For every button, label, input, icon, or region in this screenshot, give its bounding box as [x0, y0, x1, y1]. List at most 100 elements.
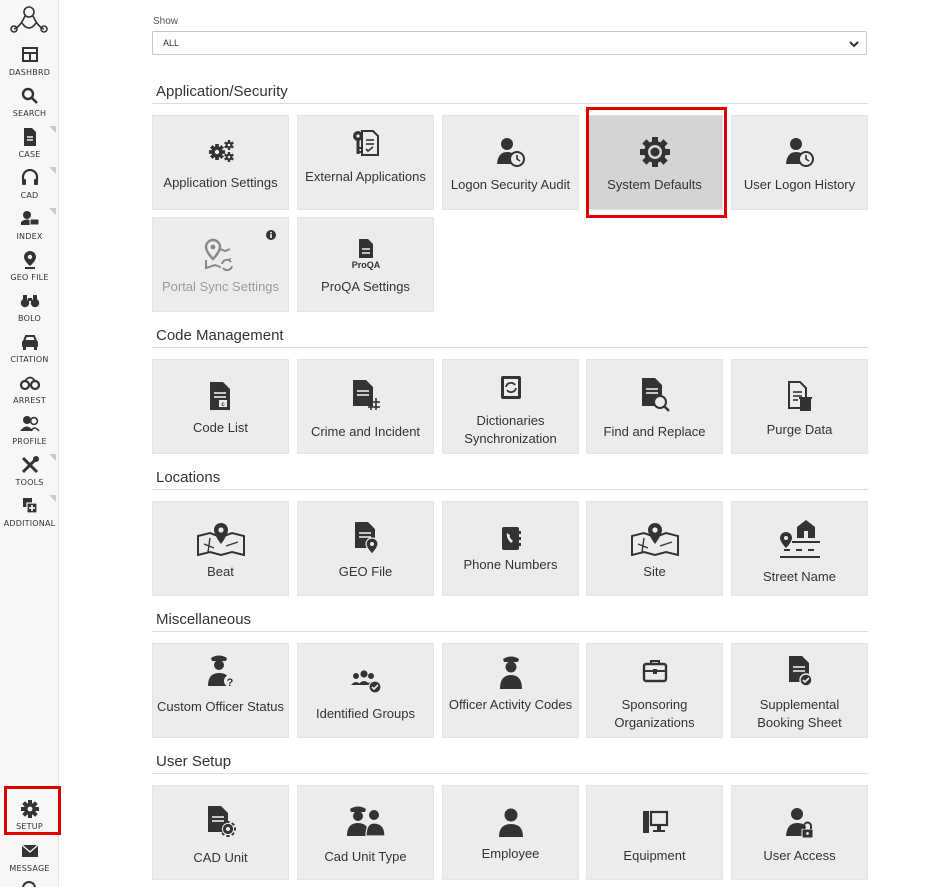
- user-lock-icon: [785, 808, 813, 839]
- envelope-icon: [21, 844, 39, 857]
- submenu-indicator: [49, 126, 56, 133]
- tile-label: Code List: [193, 420, 248, 435]
- sidebar-item-profile[interactable]: PROFILE: [0, 413, 59, 453]
- sidebar-item-index[interactable]: INDEX: [0, 208, 59, 248]
- document-gear-icon: [207, 806, 236, 837]
- tile-external-applications[interactable]: External Applications: [297, 115, 434, 210]
- tile-label: Portal Sync Settings: [161, 279, 280, 294]
- sidebar-item-bolo[interactable]: BOLO: [0, 290, 59, 330]
- show-filter-select[interactable]: ALL: [152, 31, 867, 55]
- tile-label: Purge Data: [766, 422, 833, 437]
- tile-purge-data[interactable]: Purge Data: [731, 359, 868, 454]
- sidebar-item-label: ADDITIONAL: [3, 519, 56, 528]
- tile-custom-officer-status[interactable]: ? Custom Officer Status: [152, 643, 289, 738]
- tile-user-access[interactable]: User Access: [731, 785, 868, 880]
- sidebar-item-arrest[interactable]: ARREST: [0, 372, 59, 412]
- tile-sponsoring-organizations[interactable]: Sponsoring Organizations: [586, 643, 723, 738]
- sidebar-item-label: ARREST: [13, 396, 46, 405]
- submenu-indicator: [49, 495, 56, 502]
- submenu-indicator: [49, 167, 56, 174]
- tile-portal-sync-settings[interactable]: Portal Sync Settings: [152, 217, 289, 312]
- tile-label: User Access: [763, 848, 836, 863]
- tile-user-logon-history[interactable]: User Logon History: [731, 115, 868, 210]
- tile-label: Logon Security Audit: [450, 177, 571, 192]
- show-filter-label: Show: [153, 16, 179, 27]
- tile-identified-groups[interactable]: Identified Groups: [297, 643, 434, 738]
- map-pin-icon: [196, 523, 245, 556]
- tile-equipment[interactable]: Equipment: [586, 785, 723, 880]
- tile-logon-security-audit[interactable]: Logon Security Audit: [442, 115, 579, 210]
- group-check-icon: [350, 670, 382, 694]
- sidebar-item-cad[interactable]: CAD: [0, 167, 59, 207]
- sidebar-item-geo-file[interactable]: GEO FILE: [0, 249, 59, 289]
- document-search-icon: [641, 378, 670, 412]
- tile-geo-file[interactable]: GEO File: [297, 501, 434, 596]
- tile-application-settings[interactable]: Application Settings: [152, 115, 289, 210]
- tile-phone-numbers[interactable]: Phone Numbers: [442, 501, 579, 596]
- sidebar-item-search[interactable]: SEARCH: [0, 85, 59, 125]
- sidebar-item-label: PROFILE: [12, 437, 47, 446]
- officer-icon: [499, 656, 522, 689]
- tile-supplemental-booking-sheet[interactable]: Supplemental Booking Sheet: [731, 643, 868, 738]
- tile-street-name[interactable]: Street Name: [731, 501, 868, 596]
- tile-code-list[interactable]: c Code List: [152, 359, 289, 454]
- tile-site[interactable]: Site: [586, 501, 723, 596]
- tile-find-and-replace[interactable]: Find and Replace: [586, 359, 723, 454]
- tile-dictionaries-synchronization[interactable]: Dictionaries Synchronization: [442, 359, 579, 454]
- tile-cad-unit[interactable]: CAD Unit: [152, 785, 289, 880]
- tile-cad-unit-type[interactable]: Cad Unit Type: [297, 785, 434, 880]
- more-icon[interactable]: [20, 879, 38, 887]
- document-code-icon: c: [209, 382, 230, 410]
- tile-beat[interactable]: Beat: [152, 501, 289, 596]
- sidebar-item-label: CITATION: [10, 355, 49, 364]
- handcuffs-icon: [20, 376, 40, 391]
- map-pin-icon: [630, 523, 679, 556]
- sidebar-item-additional[interactable]: ADDITIONAL: [0, 495, 59, 535]
- sidebar-item-citation[interactable]: CITATION: [0, 331, 59, 371]
- setup-highlight-box: [4, 786, 61, 835]
- tile-crime-and-incident[interactable]: Crime and Incident: [297, 359, 434, 454]
- tile-proqa-settings[interactable]: ProQA ProQA Settings: [297, 217, 434, 312]
- document-hash-icon: [352, 380, 380, 410]
- section-divider: [152, 103, 868, 104]
- user-clock-icon: [496, 138, 525, 167]
- user-clock-icon: [785, 138, 814, 167]
- sidebar: DASHBRD SEARCH CASE CAD INDEX GEO FILE B…: [0, 0, 59, 887]
- binoculars-icon: [20, 295, 40, 308]
- tile-label: GEO File: [338, 564, 393, 579]
- tile-label: Custom Officer Status: [157, 699, 284, 714]
- tools-icon: [21, 456, 39, 474]
- tile-label: ProQA Settings: [321, 279, 410, 294]
- computer-icon: [642, 810, 668, 833]
- headset-icon: [21, 169, 39, 185]
- sidebar-item-label: CASE: [18, 150, 41, 159]
- key-document-icon: [352, 130, 379, 156]
- officers-icon: [346, 806, 386, 837]
- sidebar-item-case[interactable]: CASE: [0, 126, 59, 166]
- section-divider: [152, 347, 868, 348]
- svg-text:?: ?: [226, 677, 233, 689]
- sidebar-item-dashboard[interactable]: DASHBRD: [0, 44, 59, 84]
- sidebar-item-tools[interactable]: TOOLS: [0, 454, 59, 494]
- gears-icon: [208, 140, 234, 162]
- tile-employee[interactable]: Employee: [442, 785, 579, 880]
- sidebar-item-label: TOOLS: [15, 478, 44, 487]
- app-logo-icon[interactable]: [10, 5, 48, 35]
- tile-label: Employee: [481, 846, 540, 861]
- document-pin-icon: [354, 522, 379, 554]
- chevron-down-icon: [849, 41, 859, 48]
- sidebar-item-label: BOLO: [18, 314, 41, 323]
- info-icon[interactable]: [266, 230, 276, 240]
- section-divider: [152, 631, 868, 632]
- proqa-document-icon: ProQA: [351, 239, 380, 270]
- search-icon: [21, 87, 38, 104]
- section-title-miscellaneous: Miscellaneous: [156, 611, 252, 628]
- street-house-icon: [779, 520, 820, 558]
- document-check-icon: [788, 656, 813, 687]
- sidebar-item-message[interactable]: MESSAGE: [0, 840, 59, 880]
- tile-officer-activity-codes[interactable]: Officer Activity Codes: [442, 643, 579, 738]
- section-divider: [152, 489, 868, 490]
- tile-label: Beat: [207, 564, 234, 579]
- phone-book-icon: [501, 527, 521, 550]
- car-icon: [22, 335, 38, 350]
